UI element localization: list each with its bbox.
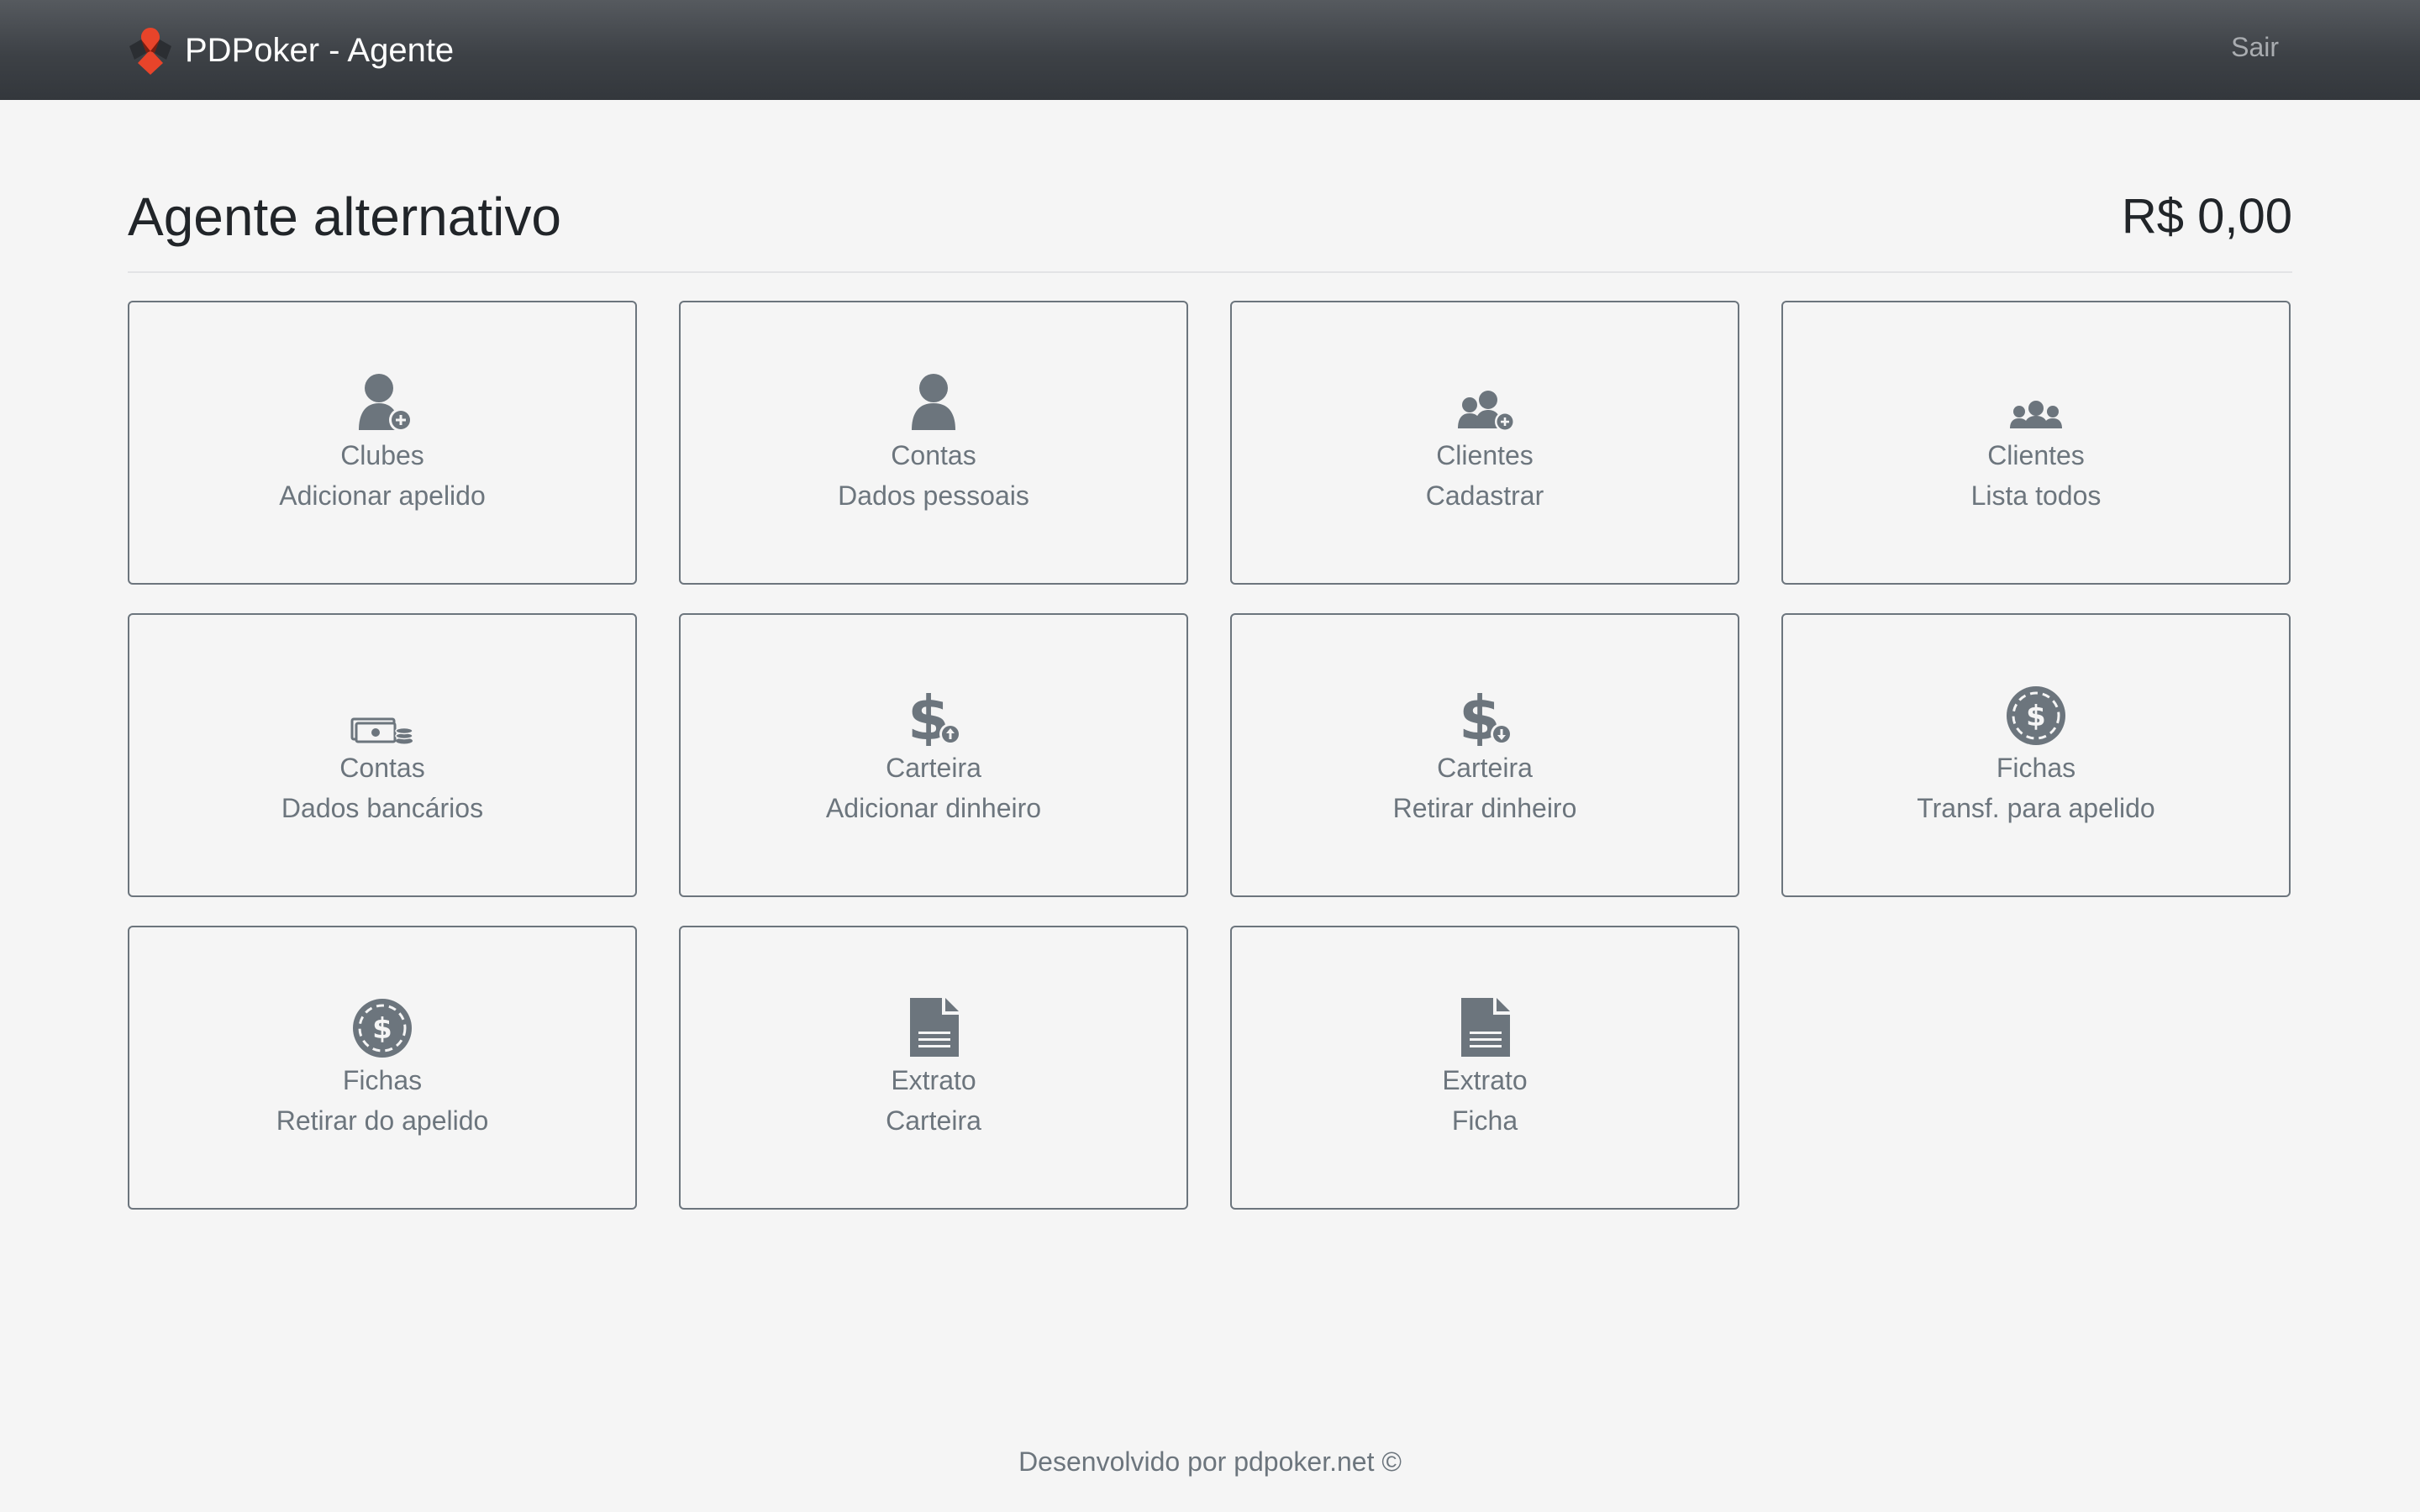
user-icon — [900, 370, 967, 433]
page-title: Agente alternativo — [128, 186, 561, 247]
card-fichas-transf-para-apelido[interactable]: $ Fichas Transf. para apelido — [1781, 613, 2291, 897]
card-fichas-retirar-do-apelido[interactable]: $ Fichas Retirar do apelido — [128, 926, 637, 1210]
card-clubes-adicionar-apelido[interactable]: Clubes Adicionar apelido — [128, 301, 637, 585]
card-title: Extrato — [891, 1065, 976, 1095]
poker-chip-icon: $ — [349, 995, 416, 1058]
card-subtitle: Ficha — [1451, 1105, 1518, 1136]
users-plus-icon — [1451, 370, 1518, 433]
card-subtitle: Adicionar apelido — [279, 480, 486, 511]
svg-text:$: $ — [372, 1012, 392, 1046]
card-title: Carteira — [886, 753, 981, 783]
brand-link[interactable]: PDPoker - Agente — [126, 25, 454, 76]
footer: Desenvolvido por pdpoker.net © — [0, 1446, 2420, 1478]
pdpoker-logo-icon — [129, 28, 171, 75]
balance-display: R$ 0,00 — [2121, 189, 2292, 244]
card-subtitle: Retirar do apelido — [276, 1105, 489, 1136]
card-subtitle: Carteira — [886, 1105, 981, 1136]
card-subtitle: Retirar dinheiro — [1392, 793, 1577, 823]
logout-link[interactable]: Sair — [2231, 32, 2279, 63]
document-icon — [900, 995, 967, 1058]
card-title: Contas — [339, 753, 425, 783]
card-title: Contas — [891, 440, 976, 470]
svg-text:$: $ — [2026, 700, 2046, 733]
card-title: Clientes — [1436, 440, 1534, 470]
card-title: Clientes — [1987, 440, 2085, 470]
card-subtitle: Lista todos — [1970, 480, 2102, 511]
card-contas-dados-bancarios[interactable]: Contas Dados bancários — [128, 613, 637, 897]
card-carteira-retirar-dinheiro[interactable]: $ Carteira Retirar dinheiro — [1230, 613, 1739, 897]
card-subtitle: Adicionar dinheiro — [825, 793, 1042, 823]
card-carteira-adicionar-dinheiro[interactable]: $ Carteira Adicionar dinheiro — [679, 613, 1188, 897]
document-icon — [1451, 995, 1518, 1058]
top-navbar: PDPoker - Agente Sair — [0, 0, 2420, 100]
card-title: Clubes — [340, 440, 424, 470]
card-subtitle: Transf. para apelido — [1917, 793, 2155, 823]
footer-text: Desenvolvido por pdpoker.net © — [1018, 1446, 1402, 1477]
users-icon — [2002, 370, 2070, 433]
card-extrato-carteira[interactable]: Extrato Carteira — [679, 926, 1188, 1210]
card-extrato-ficha[interactable]: Extrato Ficha — [1230, 926, 1739, 1210]
poker-chip-icon: $ — [2002, 682, 2070, 746]
card-contas-dados-pessoais[interactable]: Contas Dados pessoais — [679, 301, 1188, 585]
card-subtitle: Dados bancários — [281, 793, 484, 823]
card-clientes-cadastrar[interactable]: Clientes Cadastrar — [1230, 301, 1739, 585]
dollar-up-icon: $ — [900, 682, 967, 746]
menu-grid: Clubes Adicionar apelido Contas Dados pe… — [128, 301, 2292, 1210]
dollar-down-icon: $ — [1451, 682, 1518, 746]
card-title: Fichas — [342, 1065, 423, 1095]
card-subtitle: Dados pessoais — [838, 480, 1029, 511]
card-title: Fichas — [1996, 753, 2076, 783]
user-plus-icon — [349, 370, 416, 433]
brand-title: PDPoker - Agente — [185, 31, 455, 69]
card-clientes-lista-todos[interactable]: Clientes Lista todos — [1781, 301, 2291, 585]
money-icon — [349, 682, 416, 746]
card-title: Extrato — [1442, 1065, 1528, 1095]
card-title: Carteira — [1437, 753, 1533, 783]
card-subtitle: Cadastrar — [1425, 480, 1544, 511]
header-divider — [128, 271, 2292, 273]
